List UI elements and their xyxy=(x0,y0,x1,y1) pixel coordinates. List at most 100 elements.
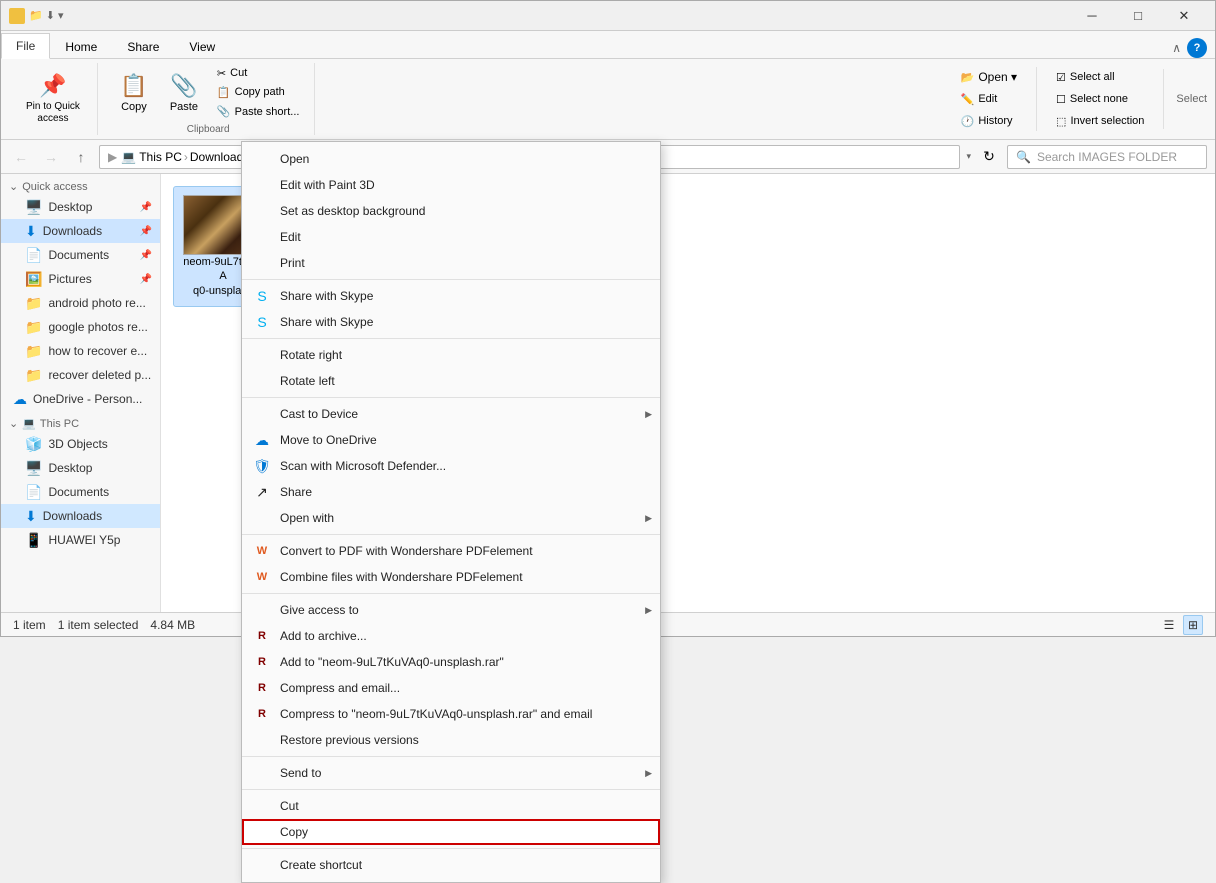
forward-button[interactable]: → xyxy=(39,145,63,169)
google-photos-icon: 📁 xyxy=(25,319,42,336)
ctx-open-with[interactable]: Open with xyxy=(242,505,660,531)
file-explorer-window: 📁 ⬇ ▾ ─ □ ✕ File Home Share View ∧ ? xyxy=(0,0,1216,637)
ctx-set-desktop-bg-icon xyxy=(254,203,270,219)
ctx-open[interactable]: Open xyxy=(242,146,660,172)
ctx-edit-label: Edit xyxy=(280,230,644,244)
search-box[interactable]: 🔍 Search IMAGES FOLDER xyxy=(1007,145,1207,169)
sidebar-item-desktop-pc[interactable]: 🖥️ Desktop xyxy=(1,456,160,480)
sidebar-item-pictures-quick[interactable]: 🖼️ Pictures 📌 xyxy=(1,267,160,291)
pin-to-quick-access-button[interactable]: 📌 Pin to Quickaccess xyxy=(17,70,89,128)
ctx-combine-pdf[interactable]: W Combine files with Wondershare PDFelem… xyxy=(242,564,660,590)
maximize-button[interactable]: □ xyxy=(1115,1,1161,31)
path-this-pc[interactable]: 💻 This PC xyxy=(121,150,182,164)
ribbon-open-select-area: 📂 Open ▾ ✏️ Edit 🕐 History ☑ xyxy=(319,63,1207,135)
ctx-edit-paint3d-icon xyxy=(254,177,270,193)
item-count: 1 item xyxy=(13,618,46,632)
ctx-set-desktop-bg[interactable]: Set as desktop background xyxy=(242,198,660,224)
sidebar-item-documents-pc[interactable]: 📄 Documents xyxy=(1,480,160,504)
sidebar-item-onedrive[interactable]: ☁ OneDrive - Person... xyxy=(1,387,160,411)
ctx-restore-versions[interactable]: Restore previous versions xyxy=(242,727,660,753)
copy-button[interactable]: 📋 Copy xyxy=(110,64,158,122)
ctx-skype-icon-2: S xyxy=(254,314,270,330)
sidebar-item-android[interactable]: 📁 android photo re... xyxy=(1,291,160,315)
sidebar-item-desktop-quick[interactable]: 🖥️ Desktop 📌 xyxy=(1,195,160,219)
pin-indicator-2: 📌 xyxy=(140,226,152,237)
refresh-button[interactable]: ↻ xyxy=(977,145,1001,169)
selected-count: 1 item selected xyxy=(58,618,139,632)
pin-indicator-4: 📌 xyxy=(140,274,152,285)
ctx-move-onedrive[interactable]: ☁ Move to OneDrive xyxy=(242,427,660,453)
ctx-edit-paint3d[interactable]: Edit with Paint 3D xyxy=(242,172,660,198)
desktop-icon: 🖥️ xyxy=(25,199,42,216)
pin-indicator-3: 📌 xyxy=(140,250,152,261)
edit-button[interactable]: ✏️ Edit xyxy=(954,89,1024,109)
ctx-scan-defender[interactable]: 🛡 Scan with Microsoft Defender... xyxy=(242,453,660,479)
up-button[interactable]: ↑ xyxy=(69,145,93,169)
title-text: 📁 ⬇ ▾ xyxy=(29,9,64,22)
ctx-give-access[interactable]: Give access to xyxy=(242,597,660,623)
help-button[interactable]: ? xyxy=(1187,38,1207,58)
cut-button[interactable]: ✂ Cut xyxy=(210,64,307,83)
ribbon-tabs: File Home Share View ∧ ? xyxy=(1,31,1215,59)
ribbon-group-clipboard: 📋 Copy 📎 Paste ✂ Cut 📋 xyxy=(102,63,316,135)
minimize-button[interactable]: ─ xyxy=(1069,1,1115,31)
ctx-cast-label: Cast to Device xyxy=(280,407,644,421)
ctx-cut[interactable]: Cut xyxy=(242,793,660,819)
expand-ribbon-button[interactable]: ∧ xyxy=(1166,41,1187,55)
ctx-winrar-icon-1: R xyxy=(254,628,270,644)
back-button[interactable]: ← xyxy=(9,145,33,169)
select-all-label: Select all xyxy=(1070,71,1115,83)
paste-icon: 📎 xyxy=(170,73,197,99)
ribbon: File Home Share View ∧ ? 📌 Pin to Quicka… xyxy=(1,31,1215,140)
quick-access-header[interactable]: ⌄ Quick access xyxy=(1,174,160,195)
documents-pc-icon: 📄 xyxy=(25,484,42,501)
view-details-button[interactable]: ☰ xyxy=(1159,615,1179,635)
ctx-create-shortcut[interactable]: Create shortcut xyxy=(242,852,660,878)
sidebar-item-3d-objects[interactable]: 🧊 3D Objects xyxy=(1,432,160,456)
how-to-recover-label: how to recover e... xyxy=(48,344,147,358)
history-button[interactable]: 🕐 History xyxy=(954,111,1024,131)
sidebar-item-google-photos[interactable]: 📁 google photos re... xyxy=(1,315,160,339)
ctx-compress-rar-email[interactable]: R Compress to "neom-9uL7tKuVAq0-unsplash… xyxy=(242,701,660,727)
close-button[interactable]: ✕ xyxy=(1161,1,1207,31)
tab-file[interactable]: File xyxy=(1,33,50,59)
ctx-edit[interactable]: Edit xyxy=(242,224,660,250)
sidebar-item-downloads-pc[interactable]: ⬇ Downloads xyxy=(1,504,160,528)
paste-button[interactable]: 📎 Paste xyxy=(160,64,208,122)
ctx-rotate-right[interactable]: Rotate right xyxy=(242,342,660,368)
ctx-sep-3 xyxy=(242,397,660,398)
ctx-sep-1 xyxy=(242,279,660,280)
sidebar-item-how-to-recover[interactable]: 📁 how to recover e... xyxy=(1,339,160,363)
ctx-cast-icon xyxy=(254,406,270,422)
open-button[interactable]: 📂 Open ▾ xyxy=(954,67,1024,87)
select-all-button[interactable]: ☑ Select all xyxy=(1049,67,1151,87)
ctx-send-to-label: Send to xyxy=(280,766,644,780)
paste-shortcut-button[interactable]: 📎 Paste short... xyxy=(210,102,307,121)
sidebar-item-downloads-quick[interactable]: ⬇ Downloads 📌 xyxy=(1,219,160,243)
select-none-button[interactable]: ☐ Select none xyxy=(1049,89,1151,109)
ctx-share[interactable]: ↗ Share xyxy=(242,479,660,505)
sidebar-item-recover-deleted[interactable]: 📁 recover deleted p... xyxy=(1,363,160,387)
ctx-send-to[interactable]: Send to xyxy=(242,760,660,786)
ctx-print[interactable]: Print xyxy=(242,250,660,276)
this-pc-header[interactable]: ⌄ 💻 This PC xyxy=(1,411,160,432)
ctx-compress-email[interactable]: R Compress and email... xyxy=(242,675,660,701)
ctx-share-skype-2[interactable]: S Share with Skype xyxy=(242,309,660,335)
sidebar-item-documents-quick[interactable]: 📄 Documents 📌 xyxy=(1,243,160,267)
ctx-add-rar[interactable]: R Add to "neom-9uL7tKuVAq0-unsplash.rar" xyxy=(242,649,660,675)
invert-selection-button[interactable]: ⬚ Invert selection xyxy=(1049,111,1151,131)
tab-view[interactable]: View xyxy=(174,33,230,59)
view-large-button[interactable]: ⊞ xyxy=(1183,615,1203,635)
copy-path-button[interactable]: 📋 Copy path xyxy=(210,83,307,102)
ctx-cast-to-device[interactable]: Cast to Device xyxy=(242,401,660,427)
paste-label: Paste xyxy=(170,101,198,113)
path-dropdown-button[interactable]: ▾ xyxy=(966,151,971,162)
sidebar-item-huawei[interactable]: 📱 HUAWEI Y5p xyxy=(1,528,160,552)
ctx-add-archive[interactable]: R Add to archive... xyxy=(242,623,660,649)
ctx-share-skype-1[interactable]: S Share with Skype xyxy=(242,283,660,309)
ctx-rotate-left[interactable]: Rotate left xyxy=(242,368,660,394)
tab-share[interactable]: Share xyxy=(112,33,174,59)
ctx-copy[interactable]: Copy xyxy=(242,819,660,845)
ctx-convert-pdf[interactable]: W Convert to PDF with Wondershare PDFele… xyxy=(242,538,660,564)
tab-home[interactable]: Home xyxy=(50,33,112,59)
